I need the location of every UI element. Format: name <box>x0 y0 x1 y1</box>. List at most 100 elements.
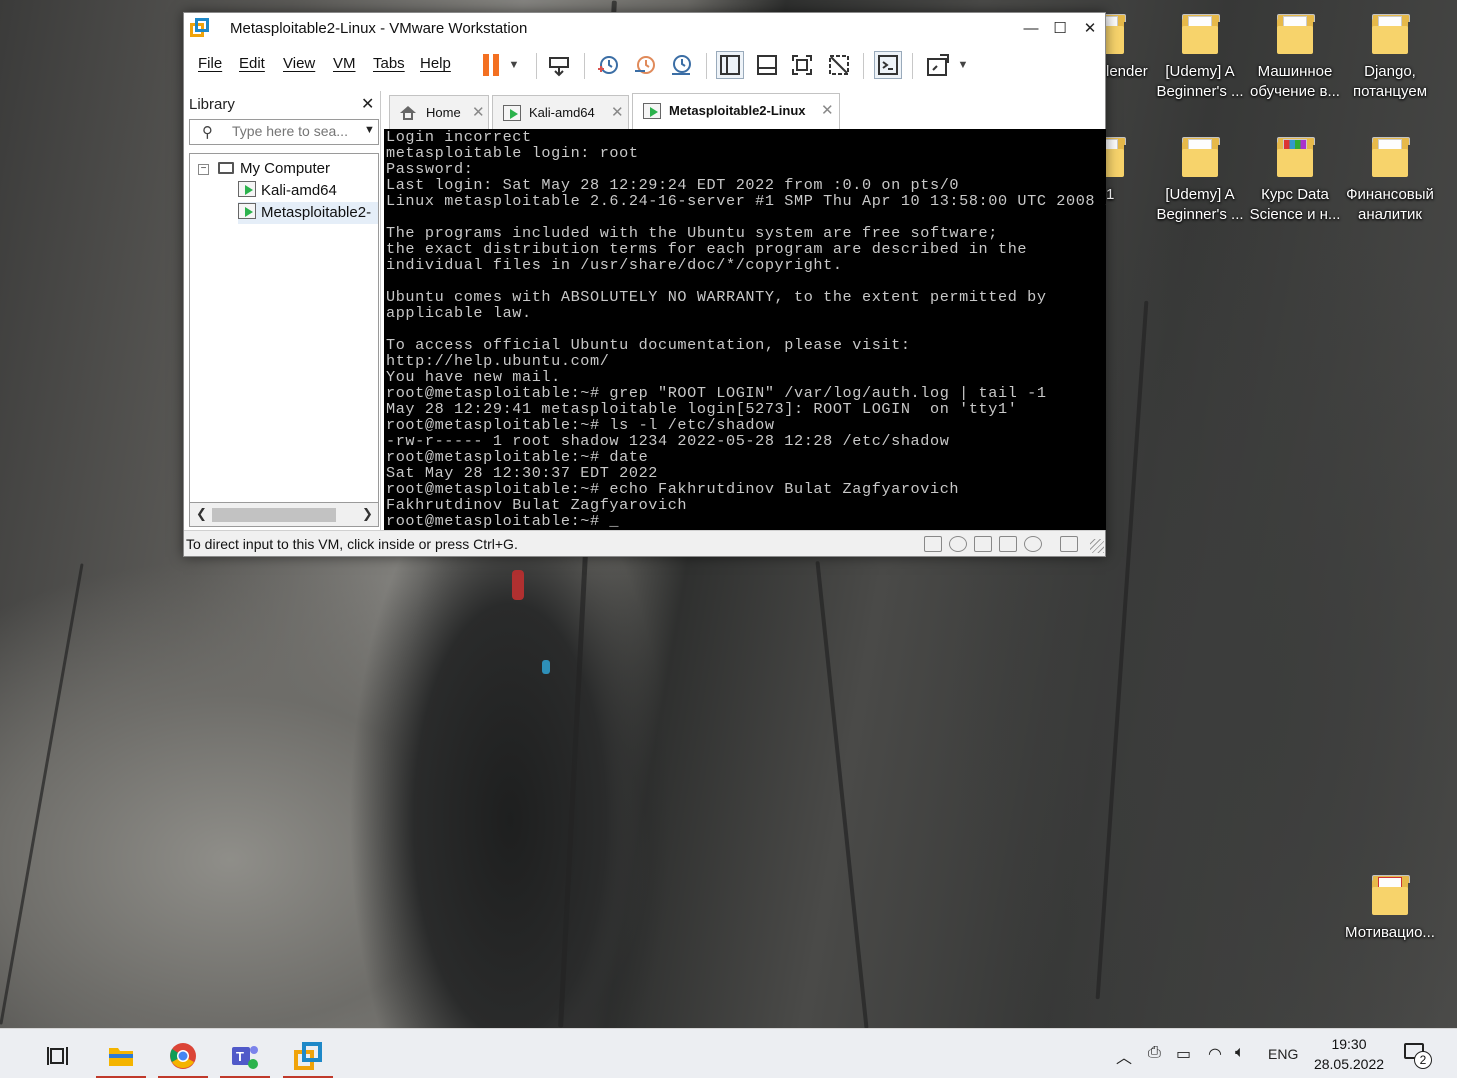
battery-icon[interactable]: ▭ <box>1176 1044 1191 1064</box>
resize-grip[interactable] <box>1090 539 1104 553</box>
tab-close-icon[interactable]: ✕ <box>821 94 834 128</box>
climber <box>512 570 524 600</box>
desktop-icon-folder[interactable]: lender <box>1098 12 1158 82</box>
folder-icon <box>1368 135 1412 179</box>
vmware-window[interactable]: Metasploitable2-Linux - VMware Workstati… <box>183 12 1106 557</box>
tab-metasploitable[interactable]: Metasploitable2-Linux ✕ <box>632 93 840 129</box>
menu-help[interactable]: Help <box>420 55 451 72</box>
fullscreen-icon[interactable] <box>788 51 816 79</box>
desktop-icon-folder[interactable]: Курс Data Science и н... <box>1247 135 1343 225</box>
window-title: Metasploitable2-Linux - VMware Workstati… <box>230 20 528 37</box>
menu-edit[interactable]: Edit <box>239 55 265 72</box>
library-search-input[interactable] <box>232 123 352 139</box>
folder-icon <box>1273 135 1317 179</box>
folder-icon <box>1178 12 1222 56</box>
library-tree: − My Computer Kali-amd64 Metasploitable2… <box>189 153 379 503</box>
vmware-icon[interactable] <box>283 1033 333 1078</box>
unity-icon[interactable] <box>825 51 853 79</box>
vm-console[interactable]: Login incorrect metasploitable login: ro… <box>384 129 1106 530</box>
chevron-down-icon[interactable]: ▼ <box>506 51 522 79</box>
vm-running-icon <box>238 203 256 219</box>
desktop-icon-folder[interactable]: [Udemy] A Beginner's ... <box>1152 12 1248 102</box>
toolbar-separator <box>584 53 585 79</box>
close-button[interactable]: ✕ <box>1075 17 1105 41</box>
tree-item-my-computer[interactable]: − My Computer <box>190 158 378 180</box>
library-close-icon[interactable]: ✕ <box>361 94 374 114</box>
title-bar[interactable]: Metasploitable2-Linux - VMware Workstati… <box>184 13 1105 45</box>
tab-home[interactable]: Home ✕ <box>389 95 489 129</box>
status-text: To direct input to this VM, click inside… <box>186 536 518 552</box>
library-title: Library <box>189 96 235 113</box>
network-adapter-icon[interactable] <box>999 536 1017 552</box>
clock[interactable]: 19:30 28.05.2022 <box>1308 1034 1390 1074</box>
vm-tabs: Home ✕ Kali-amd64 ✕ Metasploitable2-Linu… <box>384 93 1104 129</box>
menu-view[interactable]: View <box>283 55 315 72</box>
menu-tabs[interactable]: Tabs <box>373 55 405 72</box>
folder-icon <box>1368 12 1412 56</box>
library-search[interactable]: ⚲ ▼ <box>189 119 379 145</box>
pause-icon[interactable] <box>477 51 505 79</box>
desktop-icon-label: Курс Data Science и н... <box>1249 186 1341 223</box>
message-log-icon[interactable] <box>1060 536 1078 552</box>
desktop-icon-folder[interactable]: Django, потанцуем <box>1342 12 1438 102</box>
menu-file[interactable]: File <box>198 55 222 72</box>
clock-time: 19:30 <box>1331 1036 1367 1052</box>
desktop-icon-folder[interactable]: [Udemy] A Beginner's ... <box>1152 135 1248 225</box>
task-view-icon[interactable] <box>34 1033 84 1078</box>
tab-kali[interactable]: Kali-amd64 ✕ <box>492 95 629 129</box>
tab-close-icon[interactable]: ✕ <box>472 96 485 130</box>
volume-icon[interactable]: 🔈︎ <box>1235 1044 1245 1062</box>
library-view-icon[interactable] <box>716 51 744 79</box>
clock-date: 28.05.2022 <box>1313 1056 1385 1072</box>
console-output: Login incorrect metasploitable login: ro… <box>386 129 1106 530</box>
library-horizontal-scrollbar[interactable]: ❮ ❯ <box>189 503 379 527</box>
desktop-icon-folder[interactable]: Мотивацио... <box>1342 873 1438 943</box>
desktop-icon-label: lender <box>1106 63 1148 80</box>
network-adapter-icon[interactable] <box>974 536 992 552</box>
snapshot-icon[interactable] <box>594 51 622 79</box>
notification-count: 2 <box>1414 1051 1432 1069</box>
console-view-icon[interactable] <box>874 51 902 79</box>
hard-disk-icon[interactable] <box>924 536 942 552</box>
meet-now-icon[interactable]: ⎙ <box>1148 1044 1161 1062</box>
rock-crack <box>815 561 869 1028</box>
chrome-icon[interactable] <box>158 1033 208 1078</box>
tree-item-kali[interactable]: Kali-amd64 <box>238 180 378 202</box>
search-icon: ⚲ <box>202 124 213 141</box>
taskbar: T ︿ ⎙ ▭ ◠ 🔈︎ ENG 19:30 28.05.2022 2 <box>0 1028 1457 1078</box>
tab-close-icon[interactable]: ✕ <box>611 96 624 130</box>
revert-snapshot-icon[interactable] <box>631 51 659 79</box>
folder-icon <box>1178 135 1222 179</box>
maximize-button[interactable]: ☐ <box>1045 17 1075 41</box>
notification-center-icon[interactable]: 2 <box>1404 1041 1432 1069</box>
desktop-icon-folder[interactable]: Машинное обучение в... <box>1247 12 1343 102</box>
stretch-guest-icon[interactable] <box>924 51 952 79</box>
menu-vm[interactable]: VM <box>333 55 356 72</box>
scroll-right-icon[interactable]: ❯ <box>362 506 373 522</box>
library-pane: Library ✕ ⚲ ▼ − My Computer Kali-amd64 M… <box>184 91 381 540</box>
chevron-up-icon[interactable]: ︿ <box>1116 1044 1132 1068</box>
language-indicator[interactable]: ENG <box>1268 1046 1298 1062</box>
minimize-button[interactable]: — <box>1016 17 1046 41</box>
chevron-down-icon[interactable]: ▼ <box>955 51 971 79</box>
teams-icon[interactable]: T <box>220 1033 270 1078</box>
toolbar-separator <box>912 53 913 79</box>
scroll-left-icon[interactable]: ❮ <box>196 506 207 522</box>
vmware-app-icon <box>190 18 210 38</box>
snapshot-manager-icon[interactable] <box>667 51 695 79</box>
wifi-icon[interactable]: ◠ <box>1208 1044 1222 1064</box>
collapse-icon[interactable]: − <box>198 164 209 175</box>
cd-dvd-icon[interactable] <box>949 536 967 552</box>
chevron-down-icon[interactable]: ▼ <box>364 124 375 136</box>
toolbar-separator <box>863 53 864 79</box>
tab-label: Metasploitable2-Linux <box>669 103 806 118</box>
file-explorer-icon[interactable] <box>96 1033 146 1078</box>
desktop-icon-folder[interactable]: Финансовый аналитик <box>1342 135 1438 225</box>
send-ctrl-alt-del-icon[interactable] <box>545 51 573 79</box>
bluetooth-icon[interactable] <box>1024 536 1042 552</box>
thumbnail-bar-icon[interactable] <box>753 51 781 79</box>
folder-icon <box>1368 873 1412 917</box>
tree-item-metasploitable[interactable]: Metasploitable2- <box>238 202 378 224</box>
tab-label: Kali-amd64 <box>529 105 595 120</box>
scrollbar-thumb[interactable] <box>212 508 336 522</box>
